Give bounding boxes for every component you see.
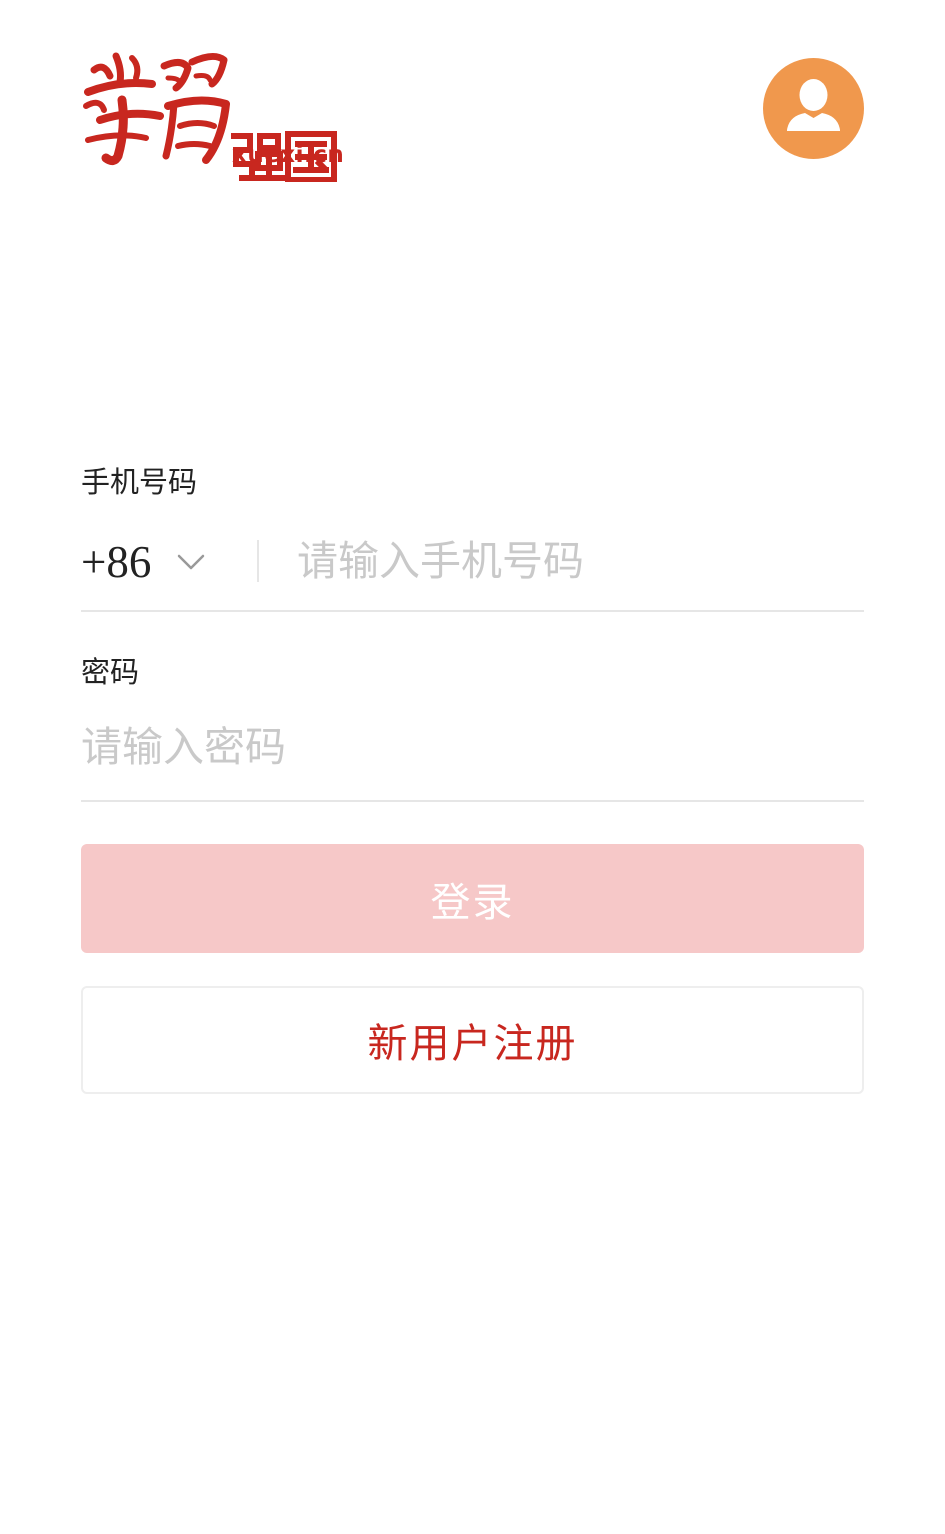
user-icon (787, 79, 840, 131)
phone-input[interactable] (297, 530, 857, 592)
xuexi-logo: xuexi.cn (80, 48, 345, 182)
logo-url: xuexi.cn (232, 142, 345, 168)
login-button[interactable]: 登录 (81, 844, 864, 953)
password-input[interactable] (81, 716, 864, 778)
phone-label: 手机号码 (81, 465, 198, 499)
password-label: 密码 (81, 655, 140, 689)
field-divider (257, 540, 259, 582)
register-button[interactable]: 新用户注册 (81, 986, 864, 1094)
phone-row: +86 (81, 512, 864, 612)
country-code-selector[interactable]: +86 (81, 532, 207, 592)
logo-calligraphy (83, 52, 230, 166)
header: xuexi.cn (0, 0, 945, 200)
chevron-down-icon (178, 554, 205, 570)
password-row (81, 702, 864, 802)
country-code-value: +86 (81, 537, 152, 587)
avatar-button[interactable] (763, 58, 864, 159)
